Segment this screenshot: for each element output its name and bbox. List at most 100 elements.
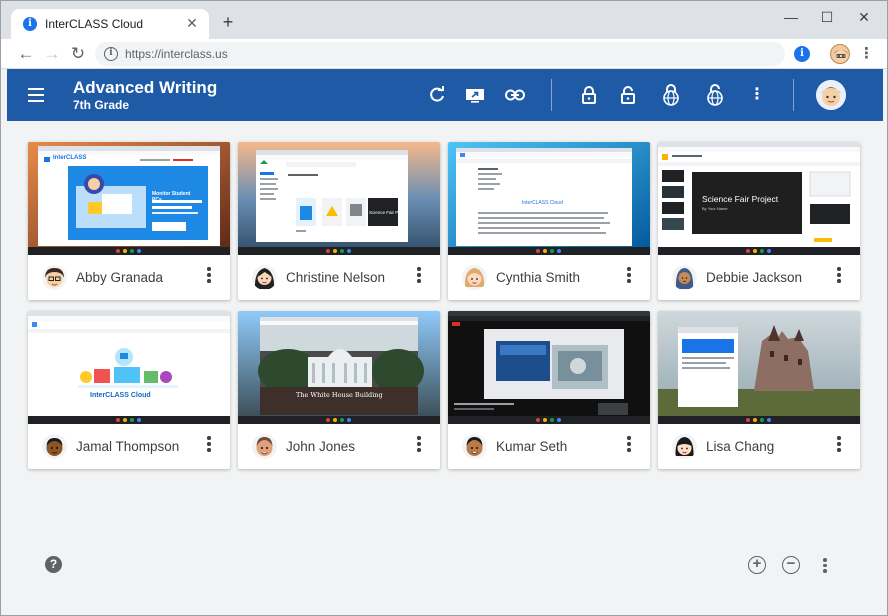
class-subtitle: 7th Grade [73,98,130,112]
help-icon[interactable]: ? [45,556,62,573]
new-tab-icon[interactable]: + [219,13,237,31]
browser-tab[interactable]: i InterCLASS Cloud ✕ [11,9,209,39]
reload-icon[interactable]: ↻ [67,43,89,65]
student-card[interactable]: InterCLASS Monitor Student PCs Abby Gran… [28,142,230,300]
shelf [238,247,440,255]
card-more-icon[interactable] [204,267,214,287]
student-grid: InterCLASS Monitor Student PCs Abby Gran… [7,121,883,611]
student-avatar [462,434,487,459]
student-name: Jamal Thompson [76,439,180,454]
card-footer: Abby Granada [28,255,230,300]
student-name: Cynthia Smith [496,270,581,285]
address-bar[interactable]: i https://interclass.us [95,42,785,66]
thumb-caption: The White House Building [296,391,383,399]
screen-thumbnail[interactable]: InterCLASS Cloud [448,142,650,255]
back-icon[interactable]: ← [15,43,37,65]
student-card[interactable]: The White House Building John Jones [238,311,440,469]
teacher-avatar[interactable] [816,80,846,110]
screen-thumbnail[interactable]: The White House Building [238,311,440,424]
refresh-icon[interactable] [425,83,449,107]
thumb-slide-title: Science Fair Project [702,194,779,204]
student-name: Debbie Jackson [706,270,803,285]
screen-thumbnail[interactable]: InterCLASS Monitor Student PCs [28,142,230,255]
close-window-icon[interactable]: ✕ [852,7,876,27]
lock-web-icon[interactable] [659,83,683,107]
student-name: John Jones [286,439,356,454]
screen-thumbnail[interactable] [658,311,860,424]
student-card[interactable]: InterCLASS Cloud Cynthia Smith [448,142,650,300]
zoom-out-icon[interactable]: − [782,556,800,574]
thumb-logo-text: InterCLASS [53,155,87,161]
student-avatar [252,265,277,290]
card-more-icon[interactable] [624,436,634,456]
minimize-icon[interactable]: — [779,7,803,27]
student-card[interactable]: Science Fair Project By Your Name Debbie… [658,142,860,300]
interclass-favicon-icon: i [23,17,37,31]
student-card[interactable]: Science Fair Pro Christine Nelson [238,142,440,300]
maximize-icon[interactable]: ☐ [815,7,839,27]
header-divider [793,79,794,111]
student-card[interactable]: Lisa Chang [658,311,860,469]
zoom-in-icon[interactable]: + [748,556,766,574]
shelf [238,416,440,424]
card-more-icon[interactable] [834,267,844,287]
card-more-icon[interactable] [414,267,424,287]
site-info-icon[interactable]: i [104,47,118,61]
menu-icon[interactable] [28,88,44,102]
student-name: Christine Nelson [286,270,386,285]
card-footer: Christine Nelson [238,255,440,300]
student-avatar [462,265,487,290]
lock-screens-icon[interactable] [577,83,601,107]
url-text: https://interclass.us [125,47,228,61]
profile-avatar[interactable] [830,44,850,64]
shelf [28,416,230,424]
tab-close-icon[interactable]: ✕ [183,14,201,32]
student-card[interactable]: Kumar Seth [448,311,650,469]
header-divider [551,79,552,111]
student-avatar [42,434,67,459]
card-more-icon[interactable] [624,267,634,287]
forward-icon[interactable]: → [41,43,63,65]
card-more-icon[interactable] [834,436,844,456]
thumb-headline-text: Monitor Student PCs [152,191,191,203]
card-footer: John Jones [238,424,440,469]
student-avatar [42,265,67,290]
shelf [658,247,860,255]
screen-thumbnail[interactable]: Science Fair Pro [238,142,440,255]
card-more-icon[interactable] [414,436,424,456]
unlock-screens-icon[interactable] [616,83,640,107]
card-footer: Debbie Jackson [658,255,860,300]
link-icon[interactable] [503,83,527,107]
browser-toolbar: ← → ↻ i https://interclass.us i ⋮ [1,39,887,69]
tab-strip: i InterCLASS Cloud ✕ + — ☐ ✕ [1,1,887,39]
more-vert-icon[interactable]: ⋮ [745,83,769,107]
unlock-web-icon[interactable] [703,83,727,107]
class-title: Advanced Writing [73,78,218,97]
card-footer: Jamal Thompson [28,424,230,469]
shelf [28,247,230,255]
card-footer: Cynthia Smith [448,255,650,300]
student-name: Lisa Chang [706,439,775,454]
shelf [448,247,650,255]
screen-thumbnail[interactable] [448,311,650,424]
student-name: Abby Granada [76,270,164,285]
shelf [448,416,650,424]
share-screen-icon[interactable] [463,83,487,107]
screen-thumbnail[interactable]: Science Fair Project By Your Name [658,142,860,255]
student-avatar [252,434,277,459]
thumb-slide-sub: By Your Name [702,206,728,211]
thumb-doc-heading: InterCLASS Cloud [522,200,563,206]
grid-options-icon[interactable] [821,558,829,574]
chrome-menu-icon[interactable]: ⋮ [859,43,874,65]
card-more-icon[interactable] [204,436,214,456]
card-footer: Lisa Chang [658,424,860,469]
interclass-extension-icon[interactable]: i [794,46,810,62]
thumb-card-text: Science Fair Pro [369,210,399,215]
screen-thumbnail[interactable]: InterCLASS Cloud [28,311,230,424]
student-avatar [672,265,697,290]
student-avatar [672,434,697,459]
thumb-cloud-label: InterCLASS Cloud [90,392,151,399]
shelf [658,416,860,424]
student-card[interactable]: InterCLASS Cloud Jamal Thompson [28,311,230,469]
browser-window: i InterCLASS Cloud ✕ + — ☐ ✕ ← → ↻ i htt… [0,0,888,616]
